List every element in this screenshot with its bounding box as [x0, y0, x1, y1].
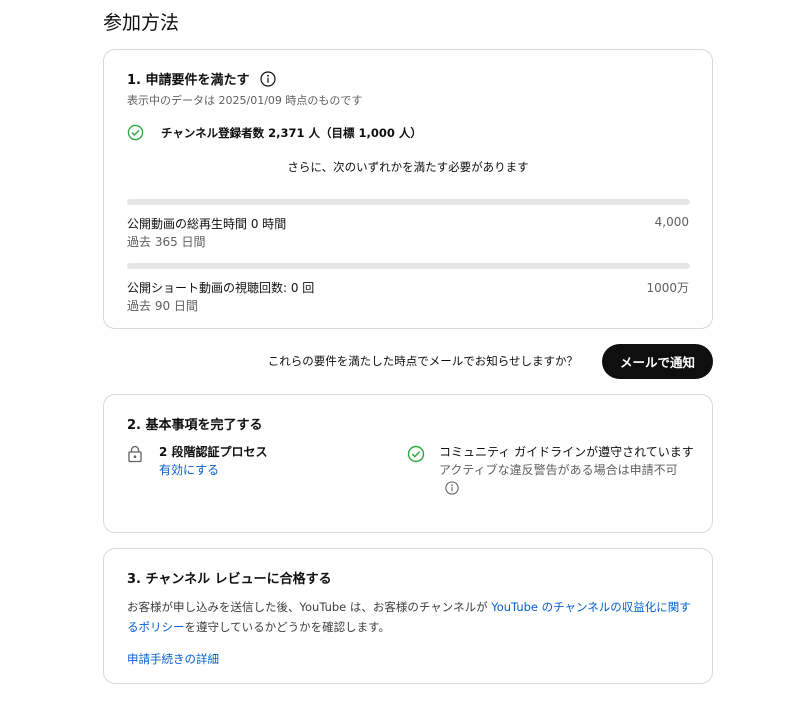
application-details-link[interactable]: 申請手続きの詳細 [127, 651, 219, 667]
info-icon[interactable] [445, 481, 459, 495]
shorts-views-label: 公開ショート動画の視聴回数: 0 回 [127, 281, 315, 295]
shorts-views-progress-bar [127, 263, 690, 269]
two-step-label: 2 段階認証プロセス [159, 445, 268, 459]
either-text: さらに、次のいずれかを満たす必要があります [287, 160, 529, 174]
shorts-views-period: 過去 90 日間 [127, 299, 198, 313]
subscribers-text: チャンネル登録者数 2,371 人（目標 1,000 人） [161, 125, 422, 140]
check-circle-icon [127, 124, 144, 141]
data-as-of-text: 表示中のデータは 2025/01/09 時点のものです [127, 94, 363, 107]
review-description: お客様が申し込みを送信した後、YouTube は、お客様のチャンネルが YouT… [127, 597, 692, 637]
enable-two-step-link[interactable]: 有効にする [159, 461, 268, 479]
subscribers-row: チャンネル登録者数 2,371 人（目標 1,000 人） [127, 124, 422, 141]
two-step-verification-item: 2 段階認証プロセス 有効にする [127, 443, 367, 479]
page-title: 参加方法 [103, 12, 180, 34]
guidelines-note: アクティブな違反警告がある場合は申請不可 [439, 463, 678, 477]
requirements-title-row: 1. 申請要件を満たす [127, 69, 276, 88]
lock-icon [128, 445, 142, 463]
community-guidelines-item: コミュニティ ガイドラインが遵守されています アクティブな違反警告がある場合は申… [407, 443, 697, 497]
review-title: 3. チャンネル レビューに合格する [127, 572, 332, 587]
requirements-title: 1. 申請要件を満たす [127, 73, 250, 88]
shorts-views-goal: 1000万 [646, 281, 689, 295]
guidelines-note-row: アクティブな違反警告がある場合は申請不可 [439, 461, 697, 497]
watch-hours-goal: 4,000 [654, 215, 689, 229]
info-icon[interactable] [260, 71, 276, 87]
check-circle-icon [407, 445, 425, 463]
review-card: 3. チャンネル レビューに合格する お客様が申し込みを送信した後、YouTub… [103, 548, 713, 684]
watch-hours-label: 公開動画の総再生時間 0 時間 [127, 217, 287, 231]
guidelines-label: コミュニティ ガイドラインが遵守されています [439, 445, 694, 459]
watch-hours-progress-bar [127, 199, 690, 205]
basics-card: 2. 基本事項を完了する 2 段階認証プロセス 有効にする コミュニティ ガイド… [103, 394, 713, 533]
review-desc-after: を遵守しているかどうかを確認します。 [184, 620, 391, 634]
basics-title: 2. 基本事項を完了する [127, 418, 263, 433]
watch-hours-period: 過去 365 日間 [127, 235, 206, 249]
requirements-card: 1. 申請要件を満たす 表示中のデータは 2025/01/09 時点のものです … [103, 49, 713, 329]
email-notify-button[interactable]: メールで通知 [602, 344, 713, 379]
review-desc-before: お客様が申し込みを送信した後、YouTube は、お客様のチャンネルが [127, 600, 492, 614]
notify-question: これらの要件を満たした時点でメールでお知らせしますか？ [267, 354, 578, 368]
